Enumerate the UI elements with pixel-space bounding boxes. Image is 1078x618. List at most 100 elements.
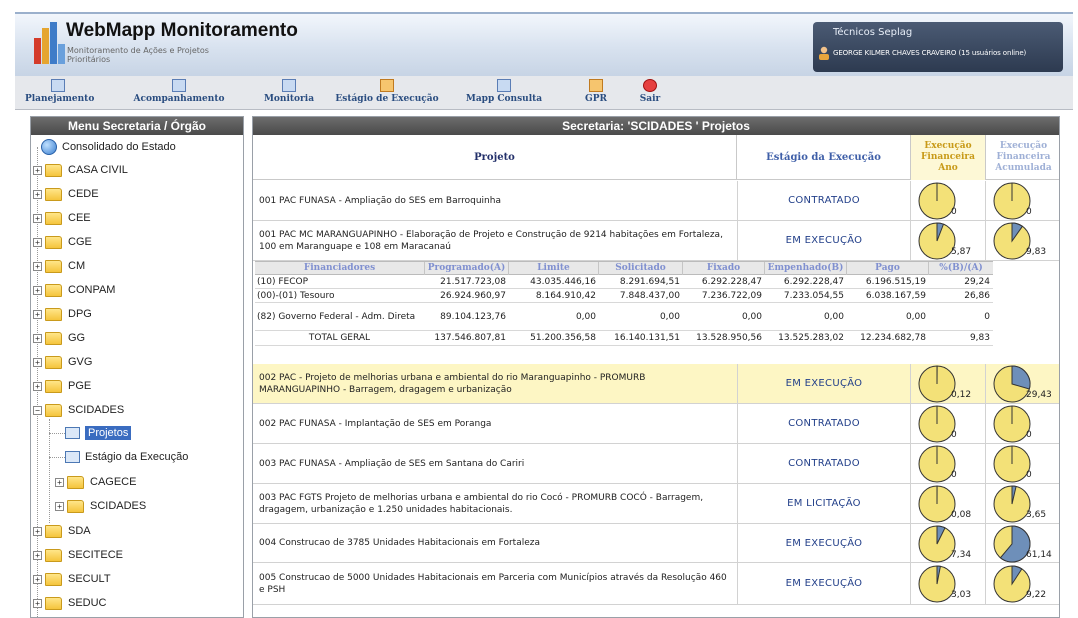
exec-ano-value: 0,08 bbox=[951, 510, 972, 520]
exec-ano-cell[interactable]: 0 bbox=[911, 444, 986, 483]
exec-ano-cell[interactable]: 7,34 bbox=[911, 524, 986, 562]
exec-ano-cell[interactable]: 0,08 bbox=[911, 484, 986, 523]
expand-icon[interactable]: + bbox=[33, 550, 42, 560]
tree-item-cagece[interactable]: + CAGECE bbox=[55, 471, 136, 493]
fin-cell: 137.546.807,81 bbox=[434, 333, 506, 343]
tree-item-conpam[interactable]: + CONPAM bbox=[33, 279, 115, 301]
project-name[interactable]: 003 PAC FUNASA - Ampliação de SES em San… bbox=[259, 444, 729, 483]
exec-acum-value: 3,65 bbox=[1026, 510, 1047, 520]
expand-icon[interactable]: + bbox=[33, 309, 42, 319]
project-name[interactable]: 004 Construcao de 3785 Unidades Habitaci… bbox=[259, 524, 729, 562]
project-name[interactable]: 003 PAC FGTS Projeto de melhorias urbana… bbox=[259, 484, 729, 523]
tree-item-estagio-execucao[interactable]: Estágio da Execução bbox=[65, 446, 188, 468]
tree-item-dpg[interactable]: + DPG bbox=[33, 303, 92, 325]
exec-ano-cell[interactable]: 0 bbox=[911, 404, 986, 443]
fin-cell: 0,00 bbox=[905, 311, 926, 322]
fin-cell: 0,00 bbox=[741, 311, 762, 322]
tree-item-scidades-sub[interactable]: + SCIDADES bbox=[55, 495, 146, 517]
collapse-icon[interactable]: − bbox=[33, 405, 42, 415]
expand-icon[interactable]: + bbox=[55, 501, 64, 511]
project-name[interactable]: 005 Construcao de 5000 Unidades Habitaci… bbox=[259, 563, 729, 604]
user-icon bbox=[819, 46, 829, 60]
fin-cell: (82) Governo Federal - Adm. Direta bbox=[257, 311, 416, 322]
tree-item-casa-civil[interactable]: + CASA CIVIL bbox=[33, 159, 128, 181]
exec-acum-cell[interactable]: 29,43 bbox=[986, 364, 1059, 403]
exec-acum-cell[interactable]: 0 bbox=[986, 444, 1059, 483]
toolbar-estagio-execucao[interactable]: Estágio de Execução bbox=[328, 79, 446, 104]
project-row[interactable]: 002 PAC - Projeto de melhorias urbana e … bbox=[253, 364, 1059, 404]
tree-item-scidades[interactable]: − SCIDADES bbox=[33, 399, 124, 421]
tree-item-secult[interactable]: + SECULT bbox=[33, 568, 111, 590]
toolbar-monitoria[interactable]: Monitoria bbox=[263, 79, 315, 104]
project-row[interactable]: 005 Construcao de 5000 Unidades Habitaci… bbox=[253, 563, 1059, 605]
tree-item-projetos[interactable]: Projetos bbox=[65, 422, 132, 444]
project-row[interactable]: 001 PAC FUNASA - Ampliação do SES em Bar… bbox=[253, 181, 1059, 221]
tree-item-gvg[interactable]: + GVG bbox=[33, 351, 92, 373]
expand-icon[interactable]: + bbox=[33, 526, 42, 536]
fin-cell: 0 bbox=[984, 311, 990, 322]
expand-icon[interactable]: + bbox=[33, 574, 42, 584]
toolbar-acompanhamento[interactable]: Acompanhamento bbox=[130, 79, 228, 104]
tree-item-cee[interactable]: + CEE bbox=[33, 207, 91, 229]
tree-root[interactable]: Consolidado do Estado bbox=[41, 136, 176, 158]
folder-icon bbox=[45, 235, 62, 249]
open-folder-icon bbox=[45, 403, 62, 417]
toolbar-planejamento[interactable]: Planejamento bbox=[25, 79, 94, 104]
exec-acum-cell[interactable]: 0 bbox=[986, 181, 1059, 220]
expand-icon[interactable]: + bbox=[33, 285, 42, 295]
exec-ano-cell[interactable]: 5,87 bbox=[911, 221, 986, 260]
expand-icon[interactable]: + bbox=[33, 237, 42, 247]
expand-icon[interactable]: + bbox=[33, 261, 42, 271]
exec-ano-cell[interactable]: 3,03 bbox=[911, 563, 986, 604]
financiadores-table: Financiadores Programado(A) Limite Solic… bbox=[255, 261, 993, 346]
exec-ano-value: 0 bbox=[951, 430, 957, 440]
project-name[interactable]: 001 PAC MC MARANGUAPINHO - Elaboração de… bbox=[259, 221, 729, 260]
project-row[interactable]: 003 PAC FUNASA - Ampliação de SES em San… bbox=[253, 444, 1059, 484]
exec-acum-value: 0 bbox=[1026, 430, 1032, 440]
project-name[interactable]: 001 PAC FUNASA - Ampliação do SES em Bar… bbox=[259, 181, 729, 220]
expand-icon[interactable]: + bbox=[33, 381, 42, 391]
toolbar-mapp-consulta[interactable]: Mapp Consulta bbox=[463, 79, 545, 104]
toolbar-sair[interactable]: Sair bbox=[635, 79, 665, 104]
expand-icon[interactable]: + bbox=[55, 477, 64, 487]
col-exec-ano[interactable]: Execução Financeira Ano bbox=[911, 135, 986, 180]
tree-item-pge[interactable]: + PGE bbox=[33, 375, 91, 397]
exec-acum-value: 61,14 bbox=[1026, 549, 1052, 560]
expand-icon[interactable]: + bbox=[33, 598, 42, 608]
project-name[interactable]: 002 PAC - Projeto de melhorias urbana e … bbox=[259, 364, 729, 403]
project-row[interactable]: 003 PAC FGTS Projeto de melhorias urbana… bbox=[253, 484, 1059, 524]
tree-item-sda[interactable]: + SDA bbox=[33, 520, 91, 542]
col-projeto[interactable]: Projeto bbox=[253, 135, 737, 180]
exec-acum-cell[interactable]: 3,65 bbox=[986, 484, 1059, 523]
toolbar-gpr[interactable]: GPR bbox=[581, 79, 611, 104]
tree-item-cge[interactable]: + CGE bbox=[33, 231, 92, 253]
expand-icon[interactable]: + bbox=[33, 213, 42, 223]
project-stage: EM LICITAÇÃO bbox=[737, 484, 911, 523]
project-name[interactable]: 002 PAC FUNASA - Implantação de SES em P… bbox=[259, 404, 729, 443]
tree-item-secitece[interactable]: + SECITECE bbox=[33, 544, 123, 566]
expand-icon[interactable]: + bbox=[33, 333, 42, 343]
fin-cell: 0,00 bbox=[659, 311, 680, 322]
expand-icon[interactable]: + bbox=[33, 357, 42, 367]
tree-item-gg[interactable]: + GG bbox=[33, 327, 85, 349]
exec-acum-cell[interactable]: 61,14 bbox=[986, 524, 1059, 562]
app-subtitle: Monitoramento de Ações e Projetos Priori… bbox=[67, 46, 209, 64]
tree-item-seduc[interactable]: + SEDUC bbox=[33, 592, 107, 614]
exec-acum-cell[interactable]: 0 bbox=[986, 404, 1059, 443]
tree-item-cede[interactable]: + CEDE bbox=[33, 183, 99, 205]
project-row[interactable]: 001 PAC MC MARANGUAPINHO - Elaboração de… bbox=[253, 221, 1059, 261]
exec-ano-cell[interactable]: 0,12 bbox=[911, 364, 986, 403]
exec-acum-cell[interactable]: 9,83 bbox=[986, 221, 1059, 260]
expand-icon[interactable]: + bbox=[33, 189, 42, 199]
exec-acum-cell[interactable]: 9,22 bbox=[986, 563, 1059, 604]
main-panel: Secretaria: 'SCIDADES ' Projetos Projeto… bbox=[252, 116, 1060, 618]
col-exec-acum[interactable]: Execução Financeira Acumulada bbox=[986, 135, 1059, 180]
project-row[interactable]: 002 PAC FUNASA - Implantação de SES em P… bbox=[253, 404, 1059, 444]
expand-icon[interactable]: + bbox=[33, 165, 42, 175]
tree-item-cm[interactable]: + CM bbox=[33, 255, 85, 277]
user-panel: Técnicos Seplag GEORGE KILMER CHAVES CRA… bbox=[813, 22, 1063, 72]
col-estagio[interactable]: Estágio da Execução bbox=[737, 135, 911, 180]
exec-ano-cell[interactable]: 0 bbox=[911, 181, 986, 220]
project-row[interactable]: 004 Construcao de 3785 Unidades Habitaci… bbox=[253, 524, 1059, 563]
financiadores-header: Financiadores Programado(A) Limite Solic… bbox=[255, 261, 993, 275]
